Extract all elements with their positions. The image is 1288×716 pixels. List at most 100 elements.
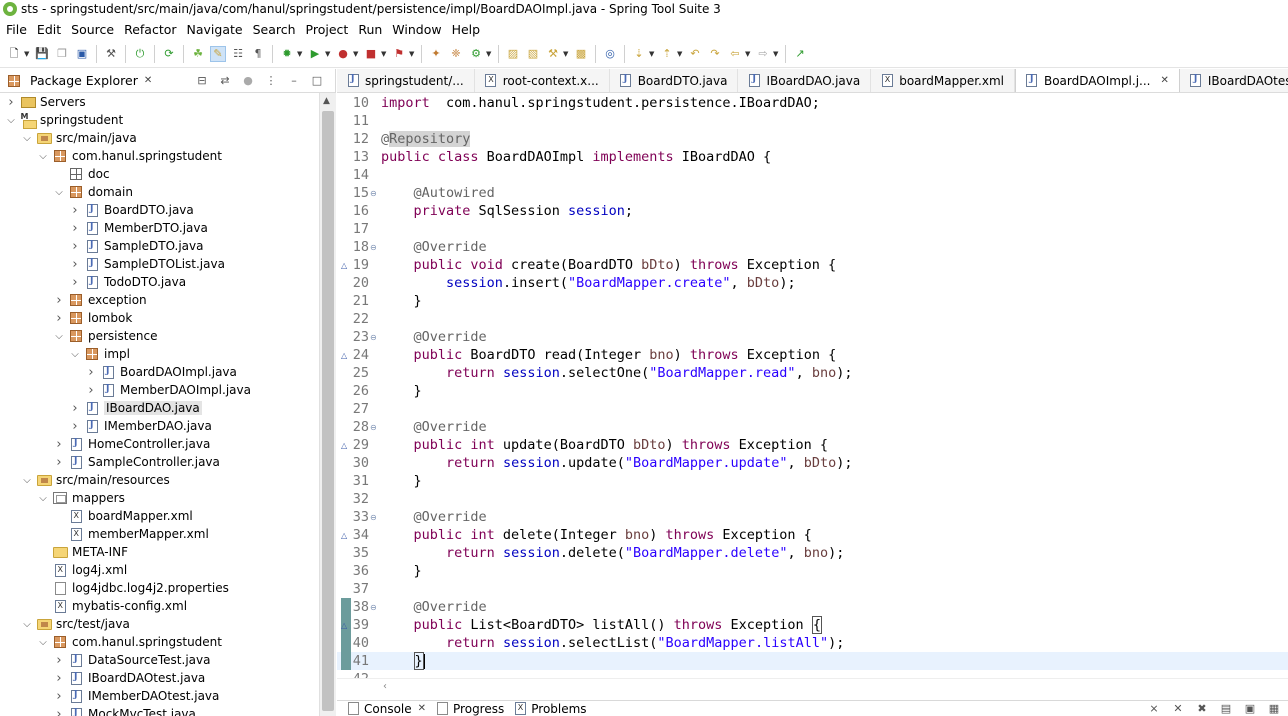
code-line[interactable]: 36 } (337, 562, 1288, 580)
tree-item[interactable]: ⌵ src/main/resources (0, 471, 320, 489)
chevron-right-icon[interactable]: › (86, 365, 96, 380)
code-line[interactable]: 33 ⊖ @Override (337, 508, 1288, 526)
code-line[interactable]: 35 return session.delete("BoardMapper.de… (337, 544, 1288, 562)
tree-item[interactable]: › SampleDTO.java (0, 237, 320, 255)
editor-tab[interactable]: BoardDTO.java (610, 69, 739, 92)
tree-item[interactable]: › lombok (0, 309, 320, 327)
forward-dropdown-icon[interactable]: ▼ (773, 46, 779, 62)
next-edit-location-icon[interactable]: ↷ (707, 46, 723, 62)
chevron-down-icon[interactable]: ⌵ (38, 493, 48, 504)
minimize-view-icon[interactable]: – (286, 73, 302, 89)
code-line[interactable]: 34 △ public int delete(Integer bno) throw… (337, 526, 1288, 544)
previous-annotation-dropdown-icon[interactable]: ▼ (677, 46, 683, 62)
chevron-right-icon[interactable]: › (54, 671, 64, 686)
tree-item[interactable]: › MemberDTO.java (0, 219, 320, 237)
toggle-mark-occurrences-icon[interactable]: ⚒ (103, 46, 119, 62)
focus-on-active-task-icon[interactable]: ● (240, 73, 256, 89)
back-dropdown-icon[interactable]: ▼ (745, 46, 751, 62)
chevron-right-icon[interactable]: › (70, 203, 80, 218)
open-type-icon[interactable]: ▨ (505, 46, 521, 62)
tree-item[interactable]: › IMemberDAOtest.java (0, 687, 320, 705)
code-line[interactable]: 24 △ public BoardDTO read(Integer bno) th… (337, 346, 1288, 364)
code-line[interactable]: 38 ⊖ @Override (337, 598, 1288, 616)
menu-project[interactable]: Project (301, 22, 354, 37)
tree-item[interactable]: ⌵ impl (0, 345, 320, 363)
editor-tab[interactable]: IBoardDAOtest... (1180, 69, 1288, 92)
next-annotation-icon[interactable]: ⇣ (631, 46, 647, 62)
code-line[interactable]: 20 session.insert("BoardMapper.create", … (337, 274, 1288, 292)
tree-item[interactable]: › TodoDTO.java (0, 273, 320, 291)
editor-horizontal-scrollbar[interactable]: ‹ (337, 678, 1288, 695)
code-line[interactable]: 29 △ public int update(BoardDTO bDto) thr… (337, 436, 1288, 454)
launch-icon[interactable]: ⚑ (391, 46, 407, 62)
mark-occurrences-icon[interactable]: ✎ (210, 46, 226, 62)
scroll-up-icon[interactable]: ▲ (323, 96, 330, 106)
tree-item[interactable]: › BoardDAOImpl.java (0, 363, 320, 381)
tree-item[interactable]: doc (0, 165, 320, 183)
code-area[interactable]: 10 import com.hanul.springstudent.persist… (337, 94, 1288, 678)
maximize-view-icon[interactable]: □ (309, 73, 325, 89)
chevron-down-icon[interactable]: ⌵ (54, 187, 64, 198)
new-java-class-icon[interactable]: ❈ (448, 46, 464, 62)
chevron-down-icon[interactable]: ⌵ (54, 331, 64, 342)
menu-source[interactable]: Source (66, 22, 119, 37)
chevron-right-icon[interactable]: › (54, 689, 64, 704)
tree-item[interactable]: log4jdbc.log4j2.properties (0, 579, 320, 597)
open-console-icon[interactable]: ▣ (74, 46, 90, 62)
tree-item[interactable]: ⌵ domain (0, 183, 320, 201)
tree-item[interactable]: › BoardDTO.java (0, 201, 320, 219)
code-line[interactable]: 37 (337, 580, 1288, 598)
menu-help[interactable]: Help (447, 22, 486, 37)
code-line[interactable]: 41 } (337, 652, 1288, 670)
chevron-right-icon[interactable]: › (70, 401, 80, 416)
run-icon[interactable]: ▶ (307, 46, 323, 62)
pin-console-icon[interactable]: ▣ (1242, 701, 1258, 716)
tree-item[interactable]: ⌵ mappers (0, 489, 320, 507)
new-spring-dropdown-icon[interactable]: ▼ (486, 46, 492, 62)
chevron-down-icon[interactable]: ⌵ (38, 151, 48, 162)
scroll-lock-icon[interactable]: ▤ (1218, 701, 1234, 716)
scrollbar-thumb[interactable] (322, 111, 334, 711)
previous-annotation-icon[interactable]: ⇡ (659, 46, 675, 62)
chevron-right-icon[interactable]: › (54, 437, 64, 452)
remove-launch-icon[interactable]: ✕ (1170, 701, 1186, 716)
code-line[interactable]: 14 (337, 166, 1288, 184)
override-triangle-icon[interactable]: △ (341, 441, 347, 450)
chevron-right-icon[interactable]: › (70, 275, 80, 290)
code-line[interactable]: 42 (337, 670, 1288, 678)
bottom-tab-progress[interactable]: Progress (434, 702, 504, 716)
bottom-tab-console[interactable]: Console ✕ (345, 702, 426, 716)
web-browser-icon[interactable]: ◎ (602, 46, 618, 62)
link-with-editor-icon[interactable]: ⇄ (217, 73, 233, 89)
tree-item[interactable]: › MockMvcTest.java (0, 705, 320, 716)
menu-run[interactable]: Run (353, 22, 387, 37)
tree-item[interactable]: › SampleDTOList.java (0, 255, 320, 273)
chevron-down-icon[interactable]: ⌵ (38, 637, 48, 648)
fold-collapse-icon[interactable]: ⊖ (370, 513, 377, 522)
code-line[interactable]: 12 @Repository (337, 130, 1288, 148)
fold-collapse-icon[interactable]: ⊖ (370, 603, 377, 612)
code-line[interactable]: 27 (337, 400, 1288, 418)
chevron-right-icon[interactable]: › (70, 419, 80, 434)
code-line[interactable]: 25 return session.selectOne("BoardMapper… (337, 364, 1288, 382)
view-menu-icon[interactable]: ⋮ (263, 73, 279, 89)
tree-item[interactable]: › MemberDAOImpl.java (0, 381, 320, 399)
tree-item[interactable]: › IBoardDAOtest.java (0, 669, 320, 687)
code-line[interactable]: 22 (337, 310, 1288, 328)
chevron-right-icon[interactable]: › (54, 311, 64, 326)
code-line[interactable]: 10 import com.hanul.springstudent.persist… (337, 94, 1288, 112)
menu-navigate[interactable]: Navigate (182, 22, 248, 37)
tree-item[interactable]: › exception (0, 291, 320, 309)
override-triangle-icon[interactable]: △ (341, 621, 347, 630)
fold-collapse-icon[interactable]: ⊖ (370, 189, 377, 198)
refresh-icon[interactable]: ⟳ (161, 46, 177, 62)
tree-item[interactable]: boardMapper.xml (0, 507, 320, 525)
tree-item[interactable]: ⌵ com.hanul.springstudent (0, 633, 320, 651)
collapse-all-icon[interactable]: ⊟ (194, 73, 210, 89)
tree-item[interactable]: ⌵ src/main/java (0, 129, 320, 147)
chevron-right-icon[interactable]: › (86, 383, 96, 398)
save-all-icon[interactable]: ❐ (54, 46, 70, 62)
tree-item[interactable]: › SampleController.java (0, 453, 320, 471)
code-line[interactable]: 40 return session.selectList("BoardMappe… (337, 634, 1288, 652)
forward-icon[interactable]: ⇨ (755, 46, 771, 62)
